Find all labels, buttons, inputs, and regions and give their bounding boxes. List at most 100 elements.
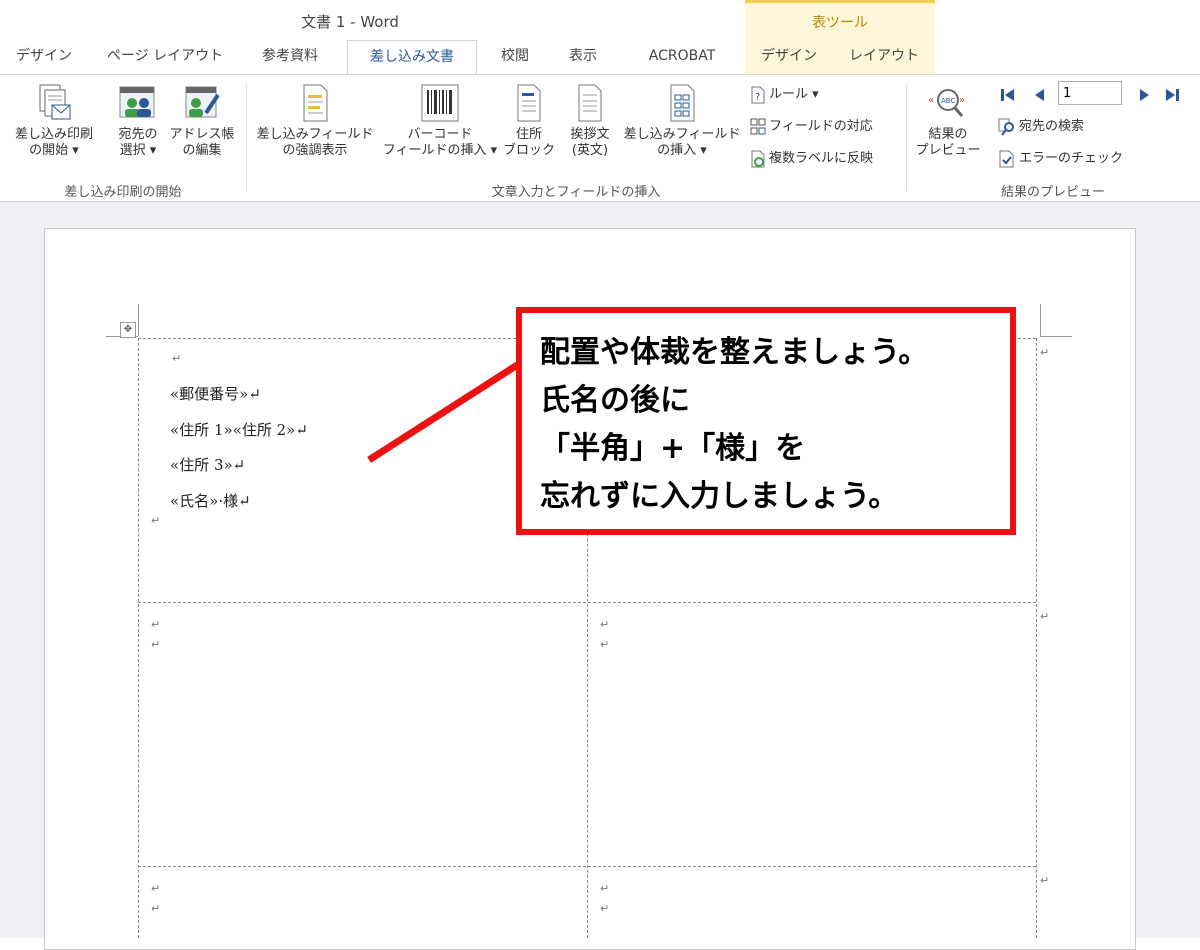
paragraph-mark: ↵ [151, 902, 161, 915]
edit-recipient-list-label-2: の編集 [182, 143, 222, 158]
find-recipient-button[interactable]: 宛先の検索 [998, 117, 1084, 137]
greeting-line-label-2: (英文) [571, 143, 609, 158]
rules-icon: ? [751, 86, 765, 103]
table-border-right [1036, 338, 1037, 938]
select-recipients-button[interactable]: 宛先の 選択 ▾ [108, 83, 168, 159]
highlight-merge-fields-button[interactable]: 差し込みフィールド の強調表示 [250, 83, 380, 159]
insert-merge-field-button[interactable]: 差し込みフィールド の挿入 ▾ [620, 83, 744, 159]
update-labels-label: 複数ラベルに反映 [769, 151, 874, 166]
ribbon-tabs: デザイン ページ レイアウト 参考資料 差し込み文書 校閲 表示 ACROBAT… [0, 40, 1200, 75]
callout-line-2: 氏名の後に [540, 383, 690, 418]
record-number-input[interactable] [1058, 81, 1122, 105]
table-tools-header: 表ツール [745, 0, 935, 40]
preview-results-button[interactable]: « » ABC 結果の プレビュー [910, 83, 986, 159]
start-mail-merge-group-label: 差し込み印刷の開始 [64, 185, 182, 200]
first-record-button[interactable] [998, 85, 1018, 105]
paragraph-mark: ↵ [600, 618, 610, 631]
greeting-line-label-1: 挨拶文 [570, 127, 610, 142]
paragraph-mark: ↵ [600, 902, 610, 915]
next-record-button[interactable] [1134, 85, 1154, 105]
last-record-icon [1166, 89, 1179, 101]
highlight-merge-fields-label-1: 差し込みフィールド [256, 127, 374, 142]
find-recipient-icon [998, 118, 1014, 136]
window-title: 文書 1 - Word [301, 13, 399, 31]
svg-text:»: » [959, 95, 965, 106]
merge-field-postal-code[interactable]: «郵便番号»↵ [170, 383, 261, 404]
last-record-button[interactable] [1162, 85, 1182, 105]
callout-line-3: 「半角」+「様」を [540, 431, 806, 466]
insert-barcode-field-button[interactable]: バーコード フィールドの挿入 ▾ [378, 83, 502, 159]
tab-references[interactable]: 参考資料 [248, 40, 332, 74]
table-move-handle[interactable]: ✥ [120, 322, 136, 338]
select-recipients-label-2: 選択 ▾ [119, 143, 157, 158]
merge-field-address-1-2[interactable]: «住所 1»«住所 2»↵ [170, 419, 308, 440]
callout-pointer-line [367, 357, 527, 463]
tab-view[interactable]: 表示 [556, 40, 610, 74]
address-block-label-1: 住所 [515, 127, 542, 142]
table-row-divider [138, 602, 1036, 603]
match-fields-label: フィールドの対応 [769, 119, 873, 134]
rules-label: ルール ▾ [769, 87, 819, 102]
margin-mark-top-right [1040, 336, 1072, 337]
margin-mark-top-right-v [1040, 304, 1041, 336]
tab-page-layout[interactable]: ページ レイアウト [100, 40, 230, 74]
edit-recipient-list-button[interactable]: アドレス帳 の編集 [168, 83, 236, 159]
start-mail-merge-button[interactable]: 差し込み印刷 の開始 ▾ [6, 83, 102, 159]
mail-merge-doc-icon [39, 84, 71, 120]
tab-acrobat[interactable]: ACROBAT [630, 40, 734, 74]
callout-line-1: 配置や体裁を整えましょう。 [540, 335, 929, 370]
insert-field-icon [670, 84, 695, 122]
paragraph-mark: ↵ [600, 882, 610, 895]
first-record-icon [1001, 89, 1014, 101]
merge-field-name[interactable]: «氏名»·様↵ [170, 490, 251, 511]
start-mail-merge-label-2: の開始 ▾ [29, 143, 79, 158]
check-errors-icon [999, 150, 1014, 167]
tab-design[interactable]: デザイン [8, 40, 80, 74]
insert-barcode-field-label-2: フィールドの挿入 ▾ [382, 143, 498, 158]
ribbon: 差し込み印刷 の開始 ▾ 宛先の 選択 ▾ アドレス帳 の編集 差し込み印刷の開… [0, 74, 1200, 202]
address-block-icon [517, 84, 541, 122]
greeting-line-button[interactable]: 挨拶文 (英文) [560, 83, 620, 159]
callout-line-4: 忘れずに入力しましょう。 [540, 479, 899, 514]
previous-record-icon [1035, 89, 1044, 101]
previous-record-button[interactable] [1030, 85, 1050, 105]
address-block-label-2: ブロック [502, 143, 555, 158]
preview-magnifier-icon: « » ABC [928, 89, 965, 117]
highlight-merge-fields-label-2: の強調表示 [282, 143, 348, 158]
tab-table-layout[interactable]: レイアウト [833, 40, 935, 74]
insert-merge-field-label-2: の挿入 ▾ [657, 143, 707, 158]
write-insert-fields-group-label: 文章入力とフィールドの挿入 [491, 185, 661, 200]
preview-results-label-2: プレビュー [915, 143, 981, 158]
end-of-row-mark: ↵ [1040, 874, 1050, 887]
paragraph-mark: ↵ [172, 352, 182, 365]
instruction-callout: 配置や体裁を整えましょう。 氏名の後に 「半角」+「様」を 忘れずに入力しましょ… [516, 307, 1016, 535]
preview-results-label-1: 結果の [928, 127, 968, 142]
edit-list-icon [185, 86, 220, 118]
tab-table-design[interactable]: デザイン [745, 40, 833, 74]
address-block-button[interactable]: 住所 ブロック [502, 83, 556, 159]
check-errors-label: エラーのチェック [1019, 151, 1124, 166]
tab-review[interactable]: 校閲 [488, 40, 542, 74]
update-labels-button[interactable]: 複数ラベルに反映 [750, 149, 873, 169]
barcode-icon [421, 84, 459, 122]
title-bar: 文書 1 - Word 表ツール [0, 0, 1200, 40]
check-errors-button[interactable]: エラーのチェック [998, 149, 1123, 169]
svg-text:ABC: ABC [941, 97, 955, 105]
highlight-fields-icon [303, 84, 328, 122]
match-fields-button[interactable]: フィールドの対応 [750, 117, 873, 137]
table-tools-title: 表ツール [812, 15, 868, 31]
end-of-row-mark: ↵ [1040, 346, 1050, 359]
rules-button[interactable]: ? ルール ▾ [750, 85, 819, 105]
find-recipient-label: 宛先の検索 [1019, 119, 1085, 134]
paragraph-mark: ↵ [151, 638, 161, 651]
tab-mailings[interactable]: 差し込み文書 [347, 40, 477, 75]
table-row-divider [138, 866, 1036, 867]
paragraph-mark: ↵ [151, 882, 161, 895]
start-mail-merge-label-1: 差し込み印刷 [14, 127, 93, 142]
merge-field-address-3[interactable]: «住所 3»↵ [170, 454, 245, 475]
table-border-left [138, 338, 139, 938]
paragraph-mark: ↵ [600, 638, 610, 651]
insert-merge-field-label-1: 差し込みフィールド [623, 127, 741, 142]
group-separator [246, 83, 247, 191]
end-of-row-mark: ↵ [1040, 610, 1050, 623]
